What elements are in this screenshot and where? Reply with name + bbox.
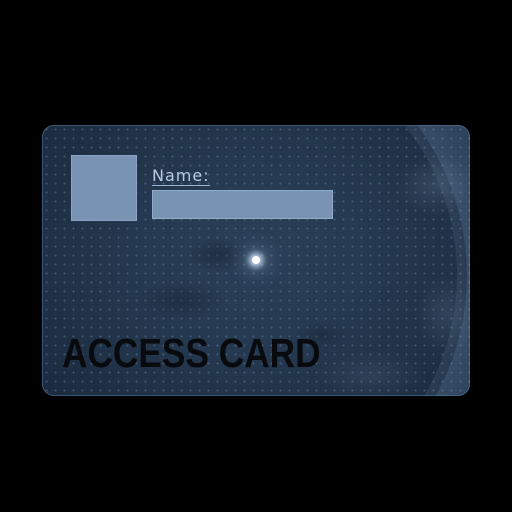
game-screen: Name: ACCESS CARD bbox=[0, 0, 512, 512]
name-field[interactable] bbox=[152, 190, 333, 219]
name-label: Name: bbox=[152, 166, 210, 186]
access-card[interactable]: Name: ACCESS CARD bbox=[42, 125, 470, 396]
photo-placeholder bbox=[71, 155, 137, 221]
light-glint bbox=[252, 256, 260, 264]
card-title: ACCESS CARD bbox=[62, 330, 321, 376]
